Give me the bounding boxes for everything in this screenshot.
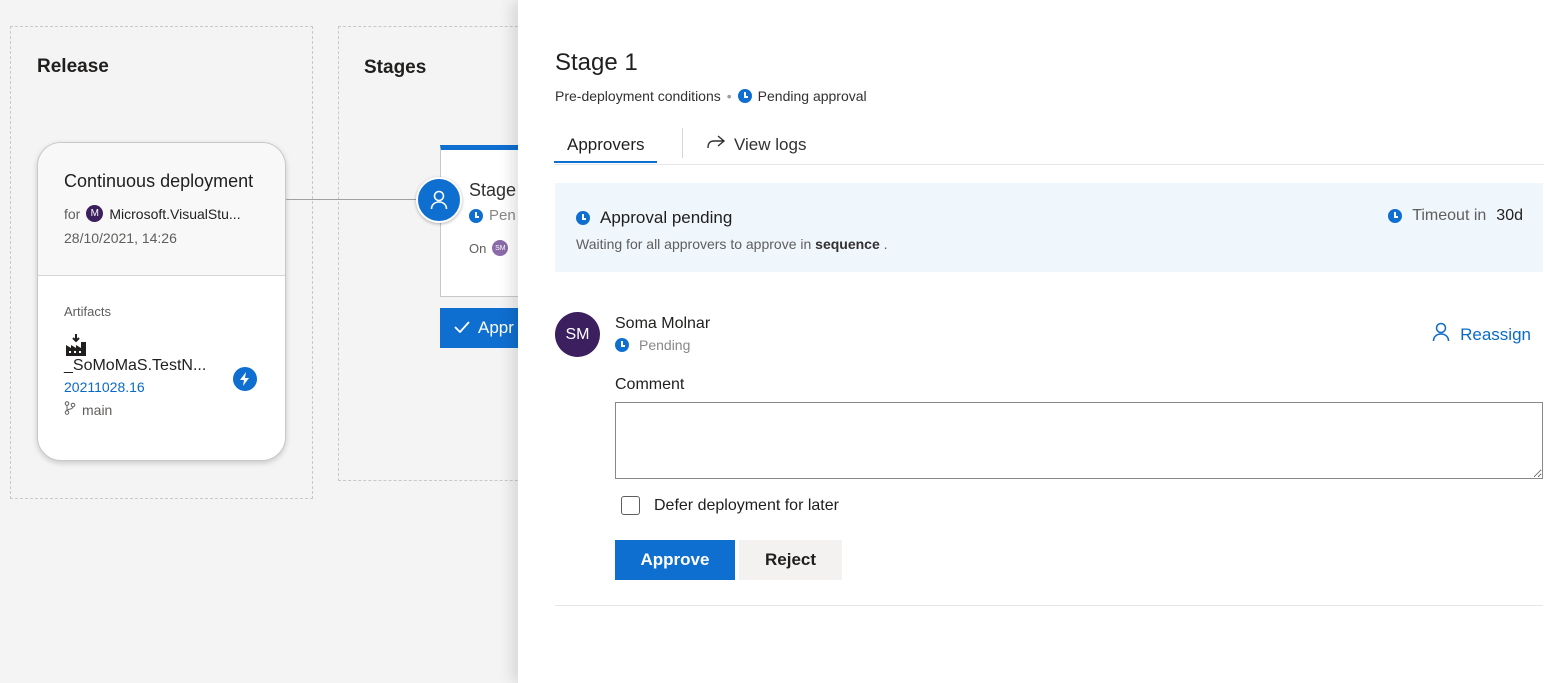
separator-dot: • [726, 88, 732, 104]
approval-panel: Stage 1 Pre-deployment conditions • Pend… [518, 0, 1545, 683]
pending-approval-status: Pending approval [757, 88, 867, 104]
banner-desc-suffix: . [883, 236, 888, 252]
approver-status: Pending [615, 337, 690, 353]
trigger-source: for M Microsoft.VisualStu... [64, 205, 285, 222]
release-card[interactable]: Continuous deployment for M Microsoft.Vi… [37, 142, 286, 461]
clock-icon [615, 338, 629, 352]
panel-subtitle: Pre-deployment conditions • Pending appr… [555, 88, 867, 104]
tab-view-logs[interactable]: View logs [706, 128, 806, 161]
artifacts-area: Artifacts _SoMoMaS.TestN... 20211028.16 … [38, 276, 285, 418]
panel-title: Stage 1 [555, 49, 638, 76]
timeout-value: 30d [1496, 207, 1523, 224]
timeout-info: Timeout in 30d [1388, 207, 1523, 225]
branch-info: main [64, 401, 285, 418]
build-artifact-icon [64, 333, 285, 356]
artifacts-label: Artifacts [64, 304, 111, 319]
defer-checkbox[interactable] [621, 496, 640, 515]
banner-title-text: Approval pending [600, 208, 733, 227]
banner-description: Waiting for all approvers to approve in … [576, 236, 1543, 252]
repo-avatar: M [86, 205, 104, 222]
continuous-deployment-trigger-icon[interactable] [233, 367, 257, 391]
comment-label: Comment [615, 376, 685, 393]
panel-tabs: Approvers View logs [554, 128, 1544, 165]
release-section-title: Release [37, 56, 109, 77]
clock-icon [576, 211, 590, 225]
approver-status-text: Pending [639, 337, 691, 353]
trigger-title: Continuous deployment [64, 171, 254, 191]
branch-icon [64, 401, 76, 418]
repo-name: Microsoft.VisualStu... [109, 205, 241, 222]
approval-pending-banner: Approval pending Waiting for all approve… [555, 183, 1543, 272]
banner-desc-prefix: Waiting for all approvers to approve in [576, 236, 812, 252]
for-label: for [64, 205, 81, 222]
release-card-header: Continuous deployment for M Microsoft.Vi… [38, 143, 285, 276]
approver-name: Soma Molnar [615, 315, 711, 332]
stage-approve-label: Appr [478, 318, 514, 337]
release-date: 28/10/2021, 14:26 [64, 230, 177, 246]
checkmark-icon [454, 318, 470, 338]
timeout-label: Timeout in [1412, 207, 1487, 224]
tab-approvers[interactable]: Approvers [554, 128, 658, 165]
comment-input[interactable] [615, 402, 1543, 479]
defer-label: Defer deployment for later [654, 496, 839, 514]
branch-name: main [82, 401, 113, 418]
reassign-label: Reassign [1460, 324, 1531, 344]
view-logs-label: View logs [734, 134, 807, 154]
avatar: SM [555, 312, 600, 357]
clock-icon [469, 208, 483, 223]
person-icon [1432, 322, 1450, 347]
tab-divider [682, 128, 683, 158]
defer-deployment-option[interactable]: Defer deployment for later [621, 496, 839, 515]
reject-button[interactable]: Reject [739, 540, 842, 580]
stage-card-status-text: Pen [489, 207, 516, 224]
on-label: On [469, 240, 487, 256]
share-arrow-icon [706, 134, 726, 155]
stage-approver-avatar: SM [492, 240, 509, 256]
pre-deployment-approver-icon[interactable] [416, 177, 462, 223]
clock-icon [737, 89, 752, 103]
approver-row: SM Soma Molnar Pending Reassign Comment … [555, 312, 1543, 606]
clock-icon [1388, 209, 1403, 223]
stages-section-title: Stages [364, 57, 427, 78]
pipeline-connector [286, 199, 418, 200]
reassign-button[interactable]: Reassign [1432, 322, 1531, 347]
approve-button[interactable]: Approve [615, 540, 735, 580]
conditions-label: Pre-deployment conditions [555, 88, 721, 104]
banner-desc-bold: sequence [815, 236, 880, 252]
